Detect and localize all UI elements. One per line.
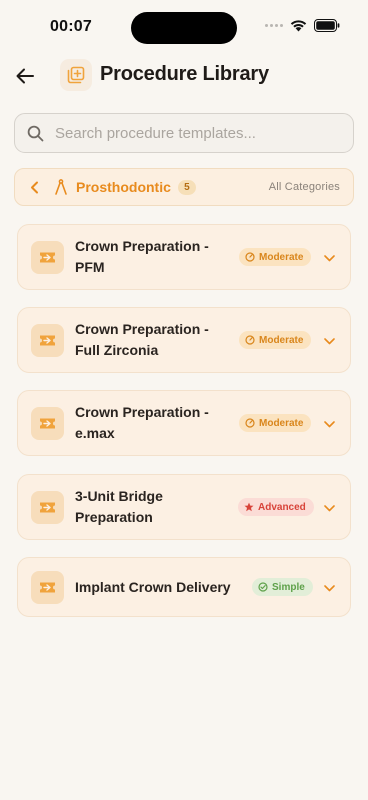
procedure-card[interactable]: Crown Preparation - e.max Moderate <box>17 390 351 456</box>
procedure-icon <box>31 240 64 274</box>
header: Procedure Library <box>0 56 368 98</box>
chevron-down-icon <box>323 504 335 511</box>
wifi-icon <box>290 20 307 32</box>
procedure-title: Crown Preparation - e.max <box>75 404 209 441</box>
category-back-button[interactable] <box>26 179 42 195</box>
difficulty-badge: Simple <box>252 578 313 596</box>
expand-button[interactable] <box>320 499 338 517</box>
difficulty-badge: Moderate <box>239 248 312 266</box>
procedure-ticket-icon <box>40 335 55 345</box>
prosthodontic-icon <box>53 179 69 195</box>
status-icons <box>265 19 340 32</box>
procedure-title: 3-Unit Bridge Preparation <box>75 488 163 525</box>
all-categories-link[interactable]: All Categories <box>269 181 340 193</box>
difficulty-badge: Moderate <box>239 414 312 432</box>
arrow-left-icon <box>16 68 34 84</box>
expand-button[interactable] <box>320 415 338 433</box>
search-bar <box>14 113 354 153</box>
procedure-icon <box>31 323 64 357</box>
dynamic-island <box>131 12 237 44</box>
category-count-badge: 5 <box>177 179 196 195</box>
status-bar: 00:07 <box>0 0 368 56</box>
cellular-signal-icon <box>265 24 283 27</box>
difficulty-badge: Advanced <box>238 498 314 516</box>
expand-button[interactable] <box>320 579 338 597</box>
star-icon <box>244 502 254 512</box>
difficulty-label: Moderate <box>259 417 304 429</box>
category-name: Prosthodontic <box>76 179 171 195</box>
status-time: 00:07 <box>50 18 92 35</box>
expand-button[interactable] <box>320 249 338 267</box>
category-bar: Prosthodontic 5 All Categories <box>14 168 354 206</box>
procedure-icon <box>31 406 64 440</box>
moderate-gauge-icon <box>245 252 255 262</box>
procedure-card[interactable]: Implant Crown Delivery Simple <box>17 557 351 617</box>
procedure-ticket-icon <box>40 252 55 262</box>
procedure-ticket-icon <box>40 582 55 592</box>
procedure-title: Crown Preparation - PFM <box>75 238 209 275</box>
procedure-card[interactable]: Crown Preparation - PFM Moderate <box>17 224 351 290</box>
procedure-ticket-icon <box>40 418 55 428</box>
procedure-card[interactable]: Crown Preparation - Full Zirconia Modera… <box>17 307 351 373</box>
procedure-icon <box>31 570 64 604</box>
chevron-down-icon <box>323 254 335 261</box>
difficulty-label: Advanced <box>258 501 306 513</box>
check-circle-icon <box>258 582 268 592</box>
back-button[interactable] <box>13 64 37 88</box>
difficulty-label: Moderate <box>259 251 304 263</box>
chevron-down-icon <box>323 420 335 427</box>
page-title: Procedure Library <box>100 63 269 85</box>
procedure-icon <box>31 490 64 524</box>
chevron-down-icon <box>323 584 335 591</box>
search-input[interactable] <box>55 124 335 142</box>
procedure-card[interactable]: 3-Unit Bridge Preparation Advanced <box>17 474 351 540</box>
moderate-gauge-icon <box>245 418 255 428</box>
procedure-title: Crown Preparation - Full Zirconia <box>75 321 209 358</box>
battery-icon <box>314 19 340 32</box>
moderate-gauge-icon <box>245 335 255 345</box>
difficulty-badge: Moderate <box>239 331 312 349</box>
chevron-left-icon <box>30 181 38 193</box>
expand-button[interactable] <box>320 332 338 350</box>
procedure-title: Implant Crown Delivery <box>75 578 231 595</box>
search-icon <box>26 124 44 142</box>
difficulty-label: Moderate <box>259 334 304 346</box>
procedure-ticket-icon <box>40 502 55 512</box>
library-icon-badge <box>60 59 92 91</box>
difficulty-label: Simple <box>272 581 305 593</box>
chevron-down-icon <box>323 337 335 344</box>
library-add-icon <box>67 66 85 84</box>
